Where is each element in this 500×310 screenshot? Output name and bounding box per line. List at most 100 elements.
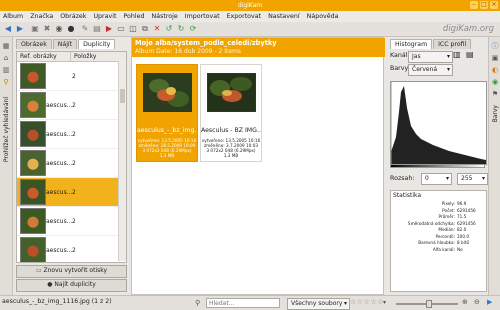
minimize-icon[interactable]: – xyxy=(470,1,478,9)
stat-value: 6291456 xyxy=(457,207,476,213)
find-duplicates-button[interactable]: ● Najít duplicity xyxy=(16,279,127,292)
menu-tag[interactable]: Značka xyxy=(30,11,53,22)
menu-tools[interactable]: Nástroje xyxy=(152,11,178,22)
slideshow-icon[interactable]: ▶ xyxy=(104,24,114,34)
range-min-input[interactable]: 0 xyxy=(421,173,452,185)
statistics-box: Statistika Pixely: 96.9 Počet: 6291456 Průmě… xyxy=(390,190,487,292)
colors-select[interactable]: Červená xyxy=(408,64,453,76)
batch-icon[interactable]: ⧉ xyxy=(140,24,150,34)
stat-label: Průměr: xyxy=(438,214,455,219)
stat-label: Směrodatná odchylka: xyxy=(407,220,455,226)
table-row[interactable]: aescus... 2 xyxy=(17,120,126,149)
search-browser-label[interactable]: Prohlížeč vyhledávání xyxy=(3,97,10,162)
search-icon: ⚲ xyxy=(195,299,201,307)
tab-histogram[interactable]: Histogram xyxy=(390,39,433,49)
close-icon[interactable]: × xyxy=(490,1,498,9)
zoom-in-icon[interactable]: ⊕ xyxy=(462,298,468,306)
refresh-icon[interactable]: ⟳ xyxy=(188,24,198,34)
image-thumbnail[interactable] xyxy=(207,73,256,112)
tags-icon[interactable]: ⚑ xyxy=(490,89,500,99)
properties-icon[interactable]: ⓘ xyxy=(490,41,500,51)
new-album-icon[interactable]: ▣ xyxy=(30,24,40,34)
thumbnail xyxy=(20,63,46,89)
table-row[interactable]: aescus... 2 xyxy=(17,178,126,207)
channel-select[interactable]: Jas xyxy=(408,51,453,63)
log-scale-icon[interactable]: ▤ xyxy=(466,50,474,59)
forward-icon[interactable]: ▶ xyxy=(15,24,25,34)
row-label: aescus... xyxy=(46,130,73,138)
colors-icon[interactable]: ◐ xyxy=(490,65,500,75)
linear-scale-icon[interactable]: ▥ xyxy=(453,50,461,59)
menu-settings[interactable]: Nastavení xyxy=(268,11,300,22)
duplicates-table: Ref. obrázky Položky 2 aescus... 2 aescus..… xyxy=(16,51,127,263)
sort-icon[interactable]: ▾ xyxy=(383,299,386,306)
tab-find[interactable]: Nájít xyxy=(52,39,78,49)
tab-image[interactable]: Obrázek xyxy=(16,39,52,49)
column-ref-images[interactable]: Ref. obrázky xyxy=(17,52,71,61)
lighttable-icon[interactable]: ◫ xyxy=(128,24,138,34)
table-row[interactable]: aescus... 2 xyxy=(17,91,126,120)
back-icon[interactable]: ◀ xyxy=(3,24,13,34)
menu-bar: Album Značka Obrázek Upravit Pohled Nást… xyxy=(0,11,500,22)
recreate-fingerprints-button[interactable]: ▭ Znovu vytvořit otisky xyxy=(16,265,127,278)
remove-red-eye-icon[interactable]: ✕ xyxy=(152,24,162,34)
view-image-icon[interactable]: ▤ xyxy=(92,24,102,34)
status-filename: aesculus_-_bz_img_1116.jpg (1 z 2) xyxy=(2,298,112,305)
table-row[interactable]: aescus... 2 xyxy=(17,236,126,262)
menu-import[interactable]: Importovat xyxy=(185,11,220,22)
table-row[interactable]: aescus... 2 xyxy=(17,207,126,236)
menu-view[interactable]: Pohled xyxy=(123,11,144,22)
menu-help[interactable]: Nápověda xyxy=(307,11,339,22)
row-label: aescus... xyxy=(46,159,73,167)
stat-label: Medián: xyxy=(438,227,455,232)
table-row[interactable]: aescus... 2 xyxy=(17,149,126,178)
image-name: aesculus_-_bz_img... xyxy=(137,127,197,134)
albums-icon[interactable]: ▦ xyxy=(1,41,11,51)
maximize-icon[interactable]: □ xyxy=(480,1,488,9)
file-filter-select[interactable]: Všechny soubory xyxy=(287,298,350,310)
channel-label: Kanál: xyxy=(390,52,410,59)
menu-export[interactable]: Exportovat xyxy=(227,11,262,22)
menu-album[interactable]: Album xyxy=(3,11,23,22)
rating-filter[interactable]: ☆☆☆☆☆ xyxy=(350,298,384,306)
image-card[interactable]: Aesculus - BZ IMG... vytvořeno: 13.5.200… xyxy=(200,64,262,162)
row-count: 2 xyxy=(72,159,76,167)
row-label: aescus... xyxy=(46,217,73,225)
search-input[interactable] xyxy=(206,298,280,308)
stat-value: Ne xyxy=(457,246,463,252)
histogram-graph[interactable] xyxy=(390,81,487,165)
colors-tab-label[interactable]: Barvy xyxy=(492,105,499,122)
fullscreen-icon[interactable]: ▭ xyxy=(116,24,126,34)
calendar-icon[interactable]: ▥ xyxy=(1,65,11,75)
row-count: 2 xyxy=(72,188,76,196)
scrollbar[interactable] xyxy=(118,61,126,261)
table-row[interactable]: 2 xyxy=(17,62,126,91)
metadata-icon[interactable]: ▣ xyxy=(490,53,500,63)
navigate-next-icon[interactable]: ▶ xyxy=(487,298,492,306)
zoom-out-icon[interactable]: ⊖ xyxy=(474,298,480,306)
binoculars-icon[interactable]: ● xyxy=(66,24,76,34)
camera-icon[interactable]: ◉ xyxy=(54,24,64,34)
column-items[interactable]: Položky xyxy=(71,52,96,61)
toolbar: ◀ ▶ ▣ ✖ ◉ ● ✎ ▤ ▶ ▭ ◫ ⧉ ✕ ↺ ↻ ⟳ digiKam.… xyxy=(0,22,500,37)
rotate-right-icon[interactable]: ↻ xyxy=(176,24,186,34)
geolocation-icon[interactable]: ◉ xyxy=(490,77,500,87)
image-name: Aesculus - BZ IMG... xyxy=(201,127,261,134)
edit-image-icon[interactable]: ✎ xyxy=(80,24,90,34)
search-icon[interactable]: ⚲ xyxy=(1,77,11,87)
stat-value: 82.0 xyxy=(457,227,467,232)
zoom-slider-handle[interactable] xyxy=(426,300,432,308)
tab-icc-profile[interactable]: ICC profil xyxy=(433,39,472,49)
image-card[interactable]: aesculus_-_bz_img... vytvořeno: 13.5.200… xyxy=(136,64,198,162)
window-title: digiKam xyxy=(237,2,263,9)
thumbnail xyxy=(20,121,46,147)
image-thumbnail[interactable] xyxy=(143,73,192,112)
tab-duplicates[interactable]: Duplicity xyxy=(78,39,116,49)
thumbnail xyxy=(20,179,46,205)
menu-edit[interactable]: Upravit xyxy=(93,11,116,22)
rotate-left-icon[interactable]: ↺ xyxy=(164,24,174,34)
delete-icon[interactable]: ✖ xyxy=(42,24,52,34)
menu-image[interactable]: Obrázek xyxy=(60,11,86,22)
tags-icon[interactable]: ⌂ xyxy=(1,53,11,63)
range-max-input[interactable]: 255 xyxy=(457,173,488,185)
